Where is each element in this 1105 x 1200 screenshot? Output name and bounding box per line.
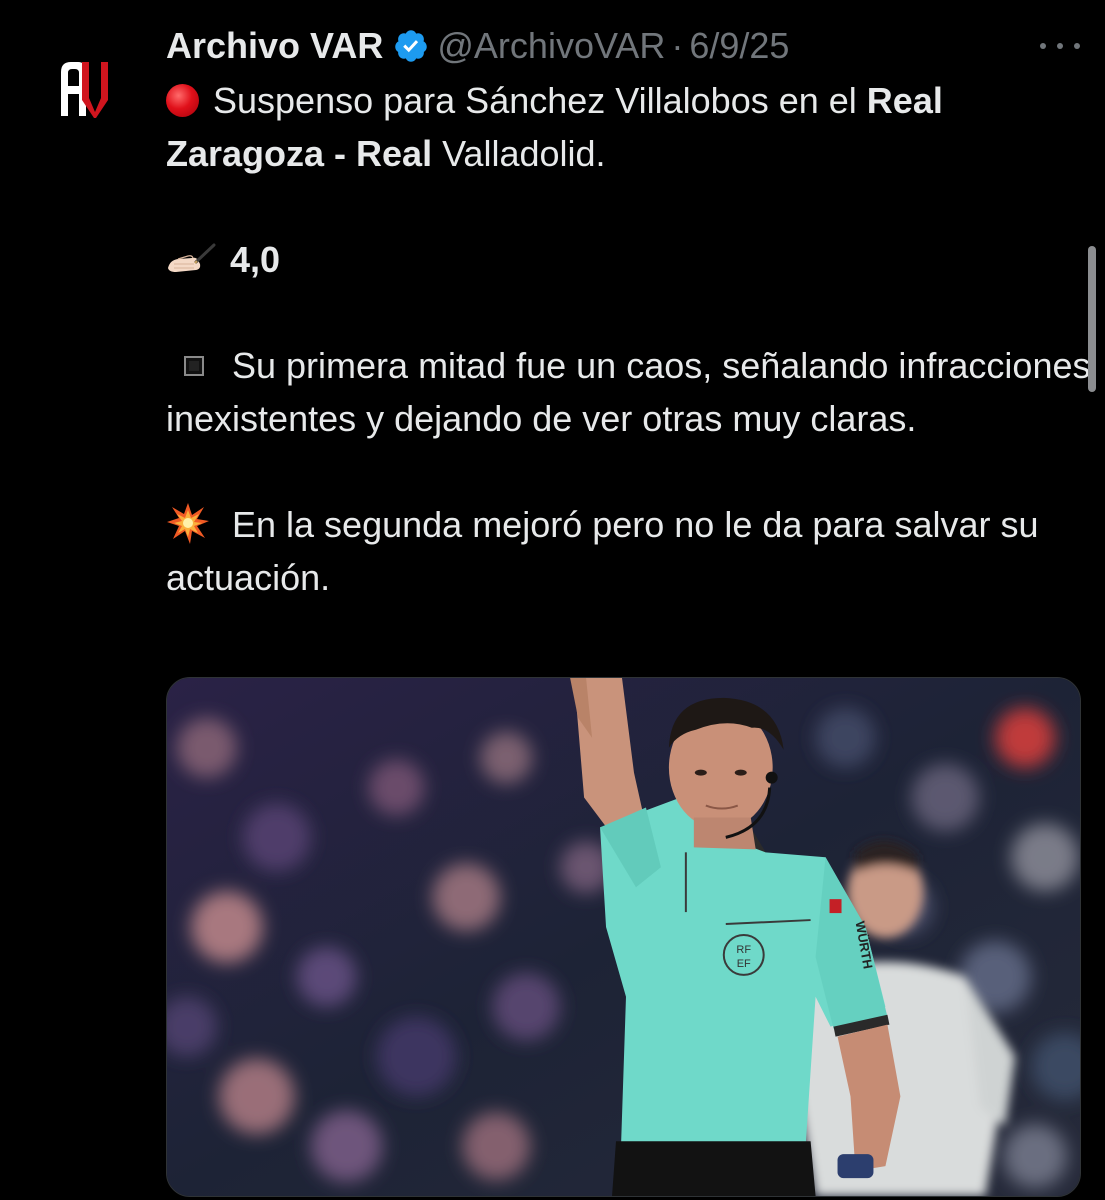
red-circle-icon	[166, 84, 199, 117]
display-name[interactable]: Archivo VAR	[166, 20, 383, 72]
rating-value: 4,0	[230, 239, 281, 280]
avatar[interactable]	[58, 60, 110, 120]
svg-text:EF: EF	[737, 958, 751, 970]
tweet-text: Suspenso para Sánchez Villalobos en el R…	[166, 74, 1091, 604]
writing-hand-icon	[166, 237, 216, 272]
tweet-media-image[interactable]: RF EF WÜRTH	[166, 677, 1081, 1197]
rating-line: 4,0	[166, 233, 1091, 286]
svg-text:RF: RF	[736, 944, 751, 956]
referee-photo: RF EF WÜRTH	[167, 678, 1080, 1196]
more-options-icon[interactable]	[1040, 36, 1080, 56]
collision-icon	[166, 501, 210, 545]
tweet-header: Archivo VAR @ArchivoVAR · 6/9/25	[166, 20, 789, 72]
handle[interactable]: @ArchivoVAR	[437, 20, 665, 72]
line-1: Suspenso para Sánchez Villalobos en el R…	[166, 74, 1091, 127]
archivo-var-logo-icon	[61, 62, 108, 118]
paragraph-2: En la segunda mejoró pero no le da para …	[166, 498, 1091, 604]
verified-badge-icon	[393, 28, 429, 64]
timestamp[interactable]: 6/9/25	[689, 20, 789, 72]
paragraph-1: Su primera mitad fue un caos, señalando …	[166, 345, 1091, 439]
line-2: Zaragoza - Real Valladolid.	[166, 133, 606, 174]
scrollbar[interactable]	[1088, 246, 1096, 392]
tweet[interactable]: Archivo VAR @ArchivoVAR · 6/9/25 Suspens…	[0, 0, 1105, 1200]
black-square-icon	[184, 356, 204, 376]
separator: ·	[671, 25, 684, 66]
